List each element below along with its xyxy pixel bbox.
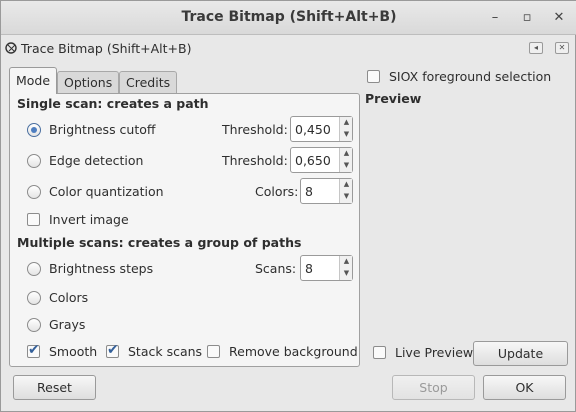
dock-close-button[interactable]: ✕ xyxy=(555,42,569,54)
minimize-button[interactable]: – xyxy=(485,8,505,28)
colors-spinbox[interactable]: 8 ▲ ▼ xyxy=(300,178,353,204)
check-icon: ✔ xyxy=(28,342,40,358)
live-preview-checkbox[interactable] xyxy=(373,346,386,359)
live-preview-option[interactable]: Live Preview xyxy=(373,343,473,363)
spin-down-icon[interactable]: ▼ xyxy=(342,191,351,202)
trace-bitmap-icon xyxy=(5,42,17,54)
colors-label: Colors: xyxy=(255,184,299,199)
spin-up-icon[interactable]: ▲ xyxy=(342,256,351,267)
siox-checkbox[interactable] xyxy=(367,70,380,83)
live-preview-label: Live Preview xyxy=(395,345,474,360)
single-scan-heading: Single scan: creates a path xyxy=(17,96,209,111)
remove-background-label: Remove background xyxy=(229,344,358,359)
radio-button[interactable] xyxy=(27,318,41,332)
siox-option[interactable]: SIOX foreground selection xyxy=(367,67,567,87)
smooth-checkbox[interactable]: ✔ xyxy=(27,342,40,358)
close-window-button[interactable]: ✕ xyxy=(549,8,569,28)
spinbox-value: 0,650 xyxy=(295,153,331,168)
preview-area xyxy=(365,109,569,337)
stop-button[interactable]: Stop xyxy=(392,375,475,400)
spinbox-arrows[interactable]: ▲ ▼ xyxy=(339,148,352,172)
scans-spinbox[interactable]: 8 ▲ ▼ xyxy=(300,255,353,281)
ok-button[interactable]: OK xyxy=(483,375,566,400)
reset-button[interactable]: Reset xyxy=(13,375,96,400)
brightness-steps-label: Brightness steps xyxy=(49,261,154,276)
tab-options[interactable]: Options xyxy=(57,71,119,93)
edge-detection-label: Edge detection xyxy=(49,153,144,168)
spinbox-arrows[interactable]: ▲ ▼ xyxy=(339,256,352,280)
check-icon: ✔ xyxy=(107,342,119,358)
edge-detection-option[interactable]: Edge detection xyxy=(27,151,227,171)
dock-title: Trace Bitmap (Shift+Alt+B) xyxy=(21,41,192,56)
spin-up-icon[interactable]: ▲ xyxy=(342,148,351,159)
edge-threshold-spinbox[interactable]: 0,650 ▲ ▼ xyxy=(290,147,353,173)
spinbox-value: 8 xyxy=(305,184,313,199)
brightness-threshold-spinbox[interactable]: 0,450 ▲ ▼ xyxy=(290,116,353,142)
update-button[interactable]: Update xyxy=(473,341,568,366)
color-quantization-label: Color quantization xyxy=(49,184,164,199)
mode-panel: Single scan: creates a path Brightness c… xyxy=(9,93,360,367)
spin-up-icon[interactable]: ▲ xyxy=(342,117,351,128)
grays-option[interactable]: Grays xyxy=(27,315,147,335)
smooth-label: Smooth xyxy=(49,344,98,359)
invert-image-option[interactable]: Invert image xyxy=(27,210,187,230)
title-bar[interactable]: Trace Bitmap (Shift+Alt+B) – ▫ ✕ xyxy=(1,1,576,35)
spin-down-icon[interactable]: ▼ xyxy=(342,129,351,140)
spinbox-arrows[interactable]: ▲ ▼ xyxy=(339,117,352,141)
threshold-label: Threshold: xyxy=(222,122,288,137)
spin-down-icon[interactable]: ▼ xyxy=(342,268,351,279)
radio-button[interactable] xyxy=(27,262,41,276)
invert-image-checkbox[interactable] xyxy=(27,213,40,226)
radio-button-checked[interactable] xyxy=(27,123,41,137)
siox-label: SIOX foreground selection xyxy=(389,69,552,84)
spin-down-icon[interactable]: ▼ xyxy=(342,160,351,171)
radio-button[interactable] xyxy=(27,291,41,305)
smooth-option[interactable]: ✔ Smooth xyxy=(27,342,107,362)
stack-scans-checkbox[interactable]: ✔ xyxy=(106,342,119,358)
spin-up-icon[interactable]: ▲ xyxy=(342,179,351,190)
colors-option[interactable]: Colors xyxy=(27,288,147,308)
color-quantization-option[interactable]: Color quantization xyxy=(27,182,227,202)
dock-header: Trace Bitmap (Shift+Alt+B) ◂ ✕ xyxy=(1,37,576,59)
spinbox-arrows[interactable]: ▲ ▼ xyxy=(339,179,352,203)
brightness-cutoff-label: Brightness cutoff xyxy=(49,122,156,137)
stack-scans-label: Stack scans xyxy=(128,344,203,359)
threshold-label: Threshold: xyxy=(222,153,288,168)
stack-scans-option[interactable]: ✔ Stack scans xyxy=(106,342,206,362)
brightness-steps-option[interactable]: Brightness steps xyxy=(27,259,227,279)
spinbox-value: 8 xyxy=(305,261,313,276)
remove-background-checkbox[interactable] xyxy=(207,345,220,358)
dock-collapse-button[interactable]: ◂ xyxy=(529,42,543,54)
preview-heading: Preview xyxy=(365,91,422,106)
remove-background-option[interactable]: Remove background xyxy=(207,342,358,362)
maximize-button[interactable]: ▫ xyxy=(517,8,537,28)
spinbox-value: 0,450 xyxy=(295,122,331,137)
invert-image-label: Invert image xyxy=(49,212,129,227)
scans-label: Scans: xyxy=(255,261,297,276)
tab-credits[interactable]: Credits xyxy=(119,71,177,93)
colors-option-label: Colors xyxy=(49,290,89,305)
trace-bitmap-window: Trace Bitmap (Shift+Alt+B) – ▫ ✕ Trace B… xyxy=(0,0,576,412)
grays-option-label: Grays xyxy=(49,317,86,332)
tab-mode[interactable]: Mode xyxy=(9,67,57,94)
radio-button[interactable] xyxy=(27,185,41,199)
radio-button[interactable] xyxy=(27,154,41,168)
multiple-scans-heading: Multiple scans: creates a group of paths xyxy=(17,235,302,250)
